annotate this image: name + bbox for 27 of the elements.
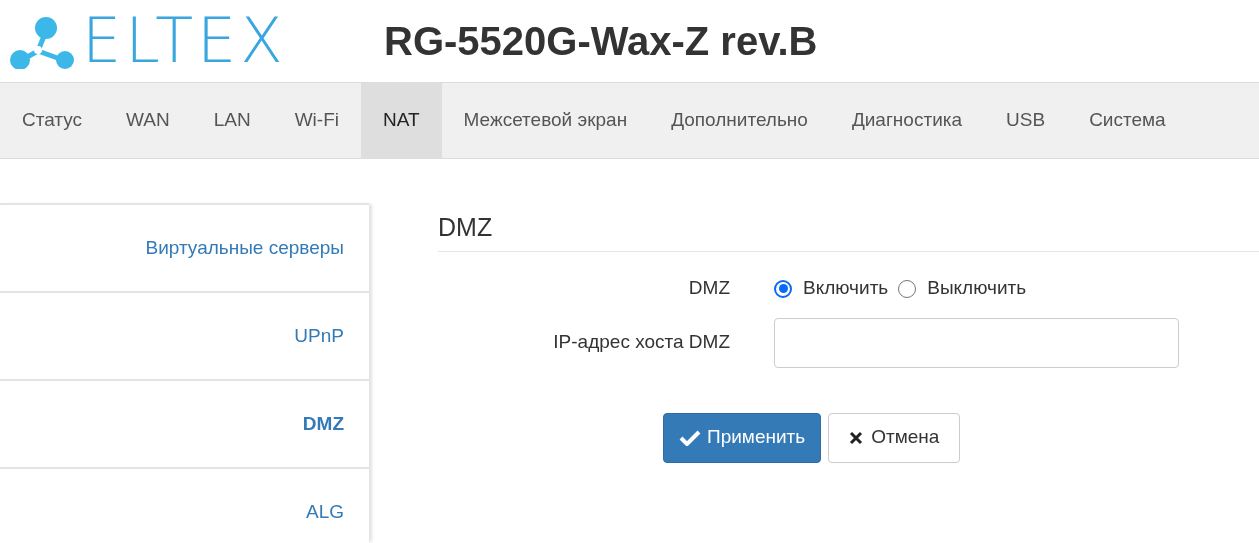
sidebar-item[interactable]: ALG: [0, 469, 369, 543]
nav-tab[interactable]: NAT: [360, 83, 442, 158]
section-title: DMZ: [438, 209, 1259, 252]
sidebar-item[interactable]: Виртуальные серверы: [0, 205, 369, 293]
apply-button[interactable]: Применить: [663, 412, 822, 463]
nav-tab[interactable]: Дополнительно: [649, 83, 830, 158]
logo-text: ELTEX: [82, 10, 287, 72]
device-title: RG-5520G-Wax-Z rev.B: [384, 18, 818, 65]
nav-tab[interactable]: Диагностика: [829, 83, 985, 158]
field-label: DMZ: [687, 276, 730, 301]
radio-label: Включить: [803, 276, 889, 301]
field-label: IP-адрес хоста DMZ: [552, 330, 730, 355]
nav-tab[interactable]: Wi-Fi: [272, 83, 361, 158]
check-icon: [679, 429, 701, 446]
nav-tab[interactable]: USB: [984, 83, 1068, 158]
nav-tab[interactable]: LAN: [191, 83, 273, 158]
input-field[interactable]: [774, 317, 1179, 368]
sidebar-item[interactable]: DMZ: [0, 381, 369, 469]
radio-button[interactable]: [774, 279, 792, 298]
nav-tab[interactable]: WAN: [104, 83, 192, 158]
close-icon: [849, 430, 864, 445]
nav-tab[interactable]: Межсетевой экран: [441, 83, 650, 158]
cancel-button[interactable]: Отмена: [828, 412, 961, 463]
nav-tab[interactable]: Система: [1067, 83, 1188, 158]
radio-label: Выключить: [927, 276, 1027, 301]
sidebar-item[interactable]: UPnP: [0, 293, 369, 381]
nav-tab[interactable]: Статус: [0, 83, 105, 158]
